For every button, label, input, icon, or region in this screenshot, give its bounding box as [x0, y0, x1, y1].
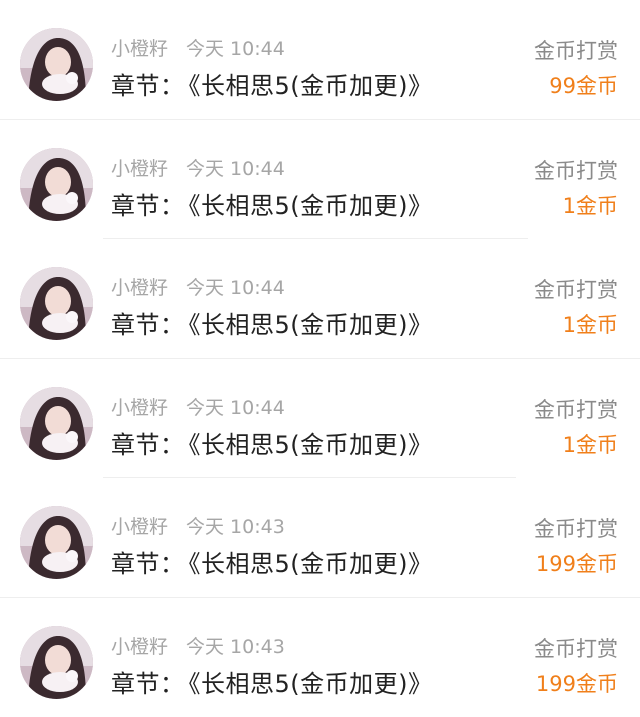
chapter-line[interactable]: 章节：《长相思5(金币加更)》	[111, 664, 433, 699]
user-avatar-icon	[20, 626, 93, 699]
chapter-title[interactable]: 《长相思5(金币加更)》	[189, 192, 433, 220]
reward-amount: 1金币	[563, 429, 618, 459]
item-meta: 小橙籽今天 10:44	[111, 34, 285, 61]
username[interactable]: 小橙籽	[111, 277, 168, 299]
chapter-label: 章节：	[111, 550, 185, 578]
timestamp: 今天 10:44	[186, 277, 285, 299]
avatar[interactable]	[20, 267, 93, 340]
username[interactable]: 小橙籽	[111, 38, 168, 60]
chapter-title[interactable]: 《长相思5(金币加更)》	[189, 311, 433, 339]
timestamp: 今天 10:43	[186, 636, 285, 658]
item-meta: 小橙籽今天 10:44	[111, 273, 285, 300]
avatar[interactable]	[20, 387, 93, 460]
list-item[interactable]: 小橙籽今天 10:44 章节：《长相思5(金币加更)》 金币打赏 1金币	[0, 359, 640, 479]
chapter-label: 章节：	[111, 72, 185, 100]
chapter-label: 章节：	[111, 192, 185, 220]
avatar[interactable]	[20, 626, 93, 699]
item-meta: 小橙籽今天 10:43	[111, 512, 285, 539]
chapter-label: 章节：	[111, 431, 185, 459]
item-meta: 小橙籽今天 10:44	[111, 154, 285, 181]
chapter-title[interactable]: 《长相思5(金币加更)》	[189, 550, 433, 578]
avatar[interactable]	[20, 28, 93, 101]
chapter-line[interactable]: 章节：《长相思5(金币加更)》	[111, 544, 433, 579]
chapter-line[interactable]: 章节：《长相思5(金币加更)》	[111, 305, 433, 340]
reward-type: 金币打赏	[534, 633, 618, 663]
user-avatar-icon	[20, 506, 93, 579]
reward-list: 小橙籽今天 10:44 章节：《长相思5(金币加更)》 金币打赏 99金币 小橙…	[0, 0, 640, 717]
chapter-label: 章节：	[111, 311, 185, 339]
user-avatar-icon	[20, 267, 93, 340]
chapter-title[interactable]: 《长相思5(金币加更)》	[189, 431, 433, 459]
reward-type: 金币打赏	[534, 155, 618, 185]
reward-type: 金币打赏	[534, 513, 618, 543]
chapter-title[interactable]: 《长相思5(金币加更)》	[189, 670, 433, 698]
timestamp: 今天 10:43	[186, 516, 285, 538]
timestamp: 今天 10:44	[186, 38, 285, 60]
reward-type: 金币打赏	[534, 394, 618, 424]
timestamp: 今天 10:44	[186, 397, 285, 419]
username[interactable]: 小橙籽	[111, 397, 168, 419]
chapter-title[interactable]: 《长相思5(金币加更)》	[189, 72, 433, 100]
reward-type: 金币打赏	[534, 35, 618, 65]
chapter-label: 章节：	[111, 670, 185, 698]
reward-amount: 199金币	[536, 548, 618, 578]
timestamp: 今天 10:44	[186, 158, 285, 180]
reward-amount: 1金币	[563, 190, 618, 220]
list-item[interactable]: 小橙籽今天 10:44 章节：《长相思5(金币加更)》 金币打赏 1金币	[0, 120, 640, 240]
chapter-line[interactable]: 章节：《长相思5(金币加更)》	[111, 186, 433, 221]
list-item[interactable]: 小橙籽今天 10:43 章节：《长相思5(金币加更)》 金币打赏 199金币	[0, 598, 640, 717]
reward-type: 金币打赏	[534, 274, 618, 304]
user-avatar-icon	[20, 387, 93, 460]
chapter-line[interactable]: 章节：《长相思5(金币加更)》	[111, 425, 433, 460]
user-avatar-icon	[20, 148, 93, 221]
list-item[interactable]: 小橙籽今天 10:44 章节：《长相思5(金币加更)》 金币打赏 1金币	[0, 239, 640, 359]
reward-amount: 99金币	[549, 70, 618, 100]
list-item[interactable]: 小橙籽今天 10:43 章节：《长相思5(金币加更)》 金币打赏 199金币	[0, 478, 640, 598]
item-meta: 小橙籽今天 10:43	[111, 632, 285, 659]
user-avatar-icon	[20, 28, 93, 101]
username[interactable]: 小橙籽	[111, 636, 168, 658]
username[interactable]: 小橙籽	[111, 516, 168, 538]
chapter-line[interactable]: 章节：《长相思5(金币加更)》	[111, 66, 433, 101]
reward-amount: 199金币	[536, 668, 618, 698]
username[interactable]: 小橙籽	[111, 158, 168, 180]
avatar[interactable]	[20, 148, 93, 221]
avatar[interactable]	[20, 506, 93, 579]
item-meta: 小橙籽今天 10:44	[111, 393, 285, 420]
list-item[interactable]: 小橙籽今天 10:44 章节：《长相思5(金币加更)》 金币打赏 99金币	[0, 0, 640, 120]
reward-amount: 1金币	[563, 309, 618, 339]
